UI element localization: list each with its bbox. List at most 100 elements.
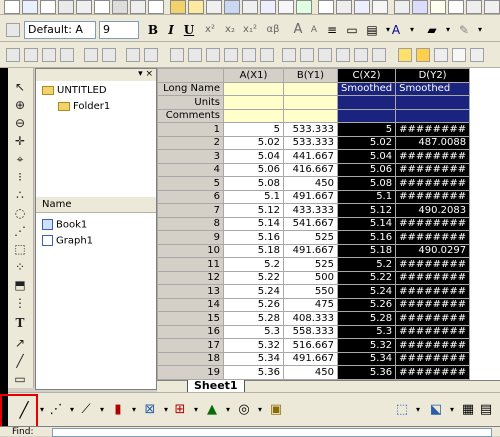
cell-a[interactable]: 5.16 bbox=[223, 230, 284, 245]
tools-icon[interactable] bbox=[398, 48, 412, 62]
cell-d[interactable]: ######## bbox=[395, 162, 471, 177]
column-header-d[interactable]: D(Y2) bbox=[395, 68, 471, 83]
cell-a[interactable]: 5 bbox=[223, 122, 284, 137]
layer-icon[interactable] bbox=[24, 48, 38, 62]
line-tool-icon[interactable]: ╱ bbox=[13, 354, 27, 368]
cell-c[interactable]: 5.28 bbox=[336, 311, 397, 326]
cell-d[interactable]: 490.0297 bbox=[395, 243, 471, 258]
tree-root[interactable]: UNTITLED bbox=[42, 85, 107, 96]
contour-icon[interactable]: ▦ bbox=[460, 402, 476, 418]
row-number[interactable]: 5 bbox=[157, 176, 224, 191]
row-number[interactable]: 13 bbox=[157, 284, 224, 299]
line-color-dropdown-icon[interactable]: ▾ bbox=[472, 21, 488, 39]
row-number[interactable]: 15 bbox=[157, 311, 224, 326]
meta-cell[interactable] bbox=[336, 95, 397, 110]
cell-b[interactable]: 491.667 bbox=[283, 189, 338, 204]
meta-cell[interactable] bbox=[283, 81, 338, 96]
scale-icon[interactable] bbox=[452, 48, 466, 62]
template-icon[interactable]: ▣ bbox=[268, 402, 284, 418]
line-width-icon[interactable]: ▤ bbox=[364, 21, 380, 39]
tree-folder1[interactable]: Folder1 bbox=[58, 101, 110, 112]
meta-row-label[interactable]: Comments bbox=[157, 108, 224, 123]
cell-b[interactable]: 500 bbox=[283, 270, 338, 285]
cell-d[interactable]: ######## bbox=[395, 311, 471, 326]
align-left-icon[interactable]: ≡ bbox=[324, 21, 340, 39]
row-number[interactable]: 12 bbox=[157, 270, 224, 285]
cell-c[interactable]: 5.34 bbox=[336, 351, 397, 366]
cell-b[interactable]: 408.333 bbox=[283, 311, 338, 326]
mask-points-icon[interactable]: ⋰ bbox=[13, 224, 27, 238]
cell-c[interactable]: 5.2 bbox=[336, 257, 397, 272]
layer2-icon[interactable] bbox=[42, 48, 56, 62]
cell-c[interactable]: 5.14 bbox=[336, 216, 397, 231]
line-color-icon[interactable]: ✎ bbox=[456, 21, 472, 39]
meta-cell[interactable] bbox=[223, 81, 284, 96]
backward-icon[interactable] bbox=[336, 48, 350, 62]
cell-d[interactable]: 490.2083 bbox=[395, 203, 471, 218]
results-log-icon[interactable] bbox=[430, 0, 446, 14]
script-window-icon[interactable] bbox=[466, 0, 482, 14]
row-number[interactable]: 4 bbox=[157, 162, 224, 177]
import-wizard-icon[interactable] bbox=[296, 0, 312, 14]
meta-cell[interactable] bbox=[395, 108, 471, 123]
row-number[interactable]: 1 bbox=[157, 122, 224, 137]
crop-icon[interactable] bbox=[470, 48, 484, 62]
polar-icon[interactable]: ◎ bbox=[236, 402, 252, 418]
duplicate-icon[interactable] bbox=[336, 0, 352, 14]
scatter-tool-icon[interactable]: ⁘ bbox=[13, 260, 27, 274]
row-number[interactable]: 3 bbox=[157, 149, 224, 164]
cell-c[interactable]: 5.18 bbox=[336, 243, 397, 258]
cell-a[interactable]: 5.26 bbox=[223, 297, 284, 312]
cell-d[interactable]: ######## bbox=[395, 230, 471, 245]
cell-a[interactable]: 5.36 bbox=[223, 365, 284, 380]
cell-c[interactable]: 5.16 bbox=[336, 230, 397, 245]
row-number[interactable]: 10 bbox=[157, 243, 224, 258]
row-number[interactable]: 9 bbox=[157, 230, 224, 245]
greek-button[interactable]: αβ bbox=[262, 21, 284, 39]
align-bottom-icon[interactable] bbox=[224, 48, 238, 62]
align-top-icon[interactable] bbox=[206, 48, 220, 62]
hand-icon[interactable] bbox=[434, 48, 448, 62]
command-window-icon[interactable] bbox=[448, 0, 464, 14]
save-window-icon[interactable] bbox=[224, 0, 240, 14]
3d-surface-dropdown-icon[interactable]: ▾ bbox=[444, 402, 460, 418]
new-worksheet-icon[interactable] bbox=[22, 0, 38, 14]
cell-b[interactable]: 533.333 bbox=[283, 135, 338, 150]
supsub-button[interactable]: x₁² bbox=[242, 21, 258, 39]
cell-c[interactable]: 5.12 bbox=[336, 203, 397, 218]
line-symbol-icon[interactable]: ⟋ bbox=[78, 402, 94, 418]
cell-b[interactable]: 541.667 bbox=[283, 216, 338, 231]
data-selector-icon[interactable]: ⁝ bbox=[13, 170, 27, 184]
row-number[interactable]: 16 bbox=[157, 324, 224, 339]
pointer-icon[interactable]: ↖ bbox=[13, 80, 27, 94]
meta-cell[interactable] bbox=[223, 108, 284, 123]
cell-d[interactable]: ######## bbox=[395, 338, 471, 353]
cell-d[interactable]: ######## bbox=[395, 297, 471, 312]
cell-d[interactable]: ######## bbox=[395, 365, 471, 380]
cell-c[interactable]: 5.02 bbox=[336, 135, 397, 150]
align-right-icon[interactable] bbox=[188, 48, 202, 62]
back-icon[interactable] bbox=[300, 48, 314, 62]
fill-color-icon[interactable]: ▰ bbox=[424, 21, 440, 39]
cell-b[interactable]: 525 bbox=[283, 230, 338, 245]
new-layout-icon[interactable] bbox=[130, 0, 146, 14]
row-number[interactable]: 2 bbox=[157, 135, 224, 150]
matrix-icon[interactable]: ▤ bbox=[478, 402, 494, 418]
refresh-icon[interactable] bbox=[372, 0, 388, 14]
layer3-icon[interactable] bbox=[60, 48, 74, 62]
statistics-dropdown-icon[interactable]: ▾ bbox=[188, 402, 204, 418]
cell-c[interactable]: 5.36 bbox=[336, 365, 397, 380]
cell-a[interactable]: 5.32 bbox=[223, 338, 284, 353]
region-mask-icon[interactable]: ◌ bbox=[13, 206, 27, 220]
cell-d[interactable]: ######## bbox=[395, 122, 471, 137]
new-matrix-icon[interactable] bbox=[58, 0, 74, 14]
rectangle-tool-icon[interactable]: ▭ bbox=[13, 372, 27, 386]
cell-a[interactable]: 5.34 bbox=[223, 351, 284, 366]
meta-cell[interactable] bbox=[223, 95, 284, 110]
line-symbol-dropdown-icon[interactable]: ▾ bbox=[94, 402, 110, 418]
cell-a[interactable]: 5.08 bbox=[223, 176, 284, 191]
cell-c[interactable]: 5.3 bbox=[336, 324, 397, 339]
cell-b[interactable]: 550 bbox=[283, 284, 338, 299]
arrange-icon[interactable] bbox=[84, 48, 98, 62]
meta-row-label[interactable]: Long Name bbox=[157, 81, 224, 96]
